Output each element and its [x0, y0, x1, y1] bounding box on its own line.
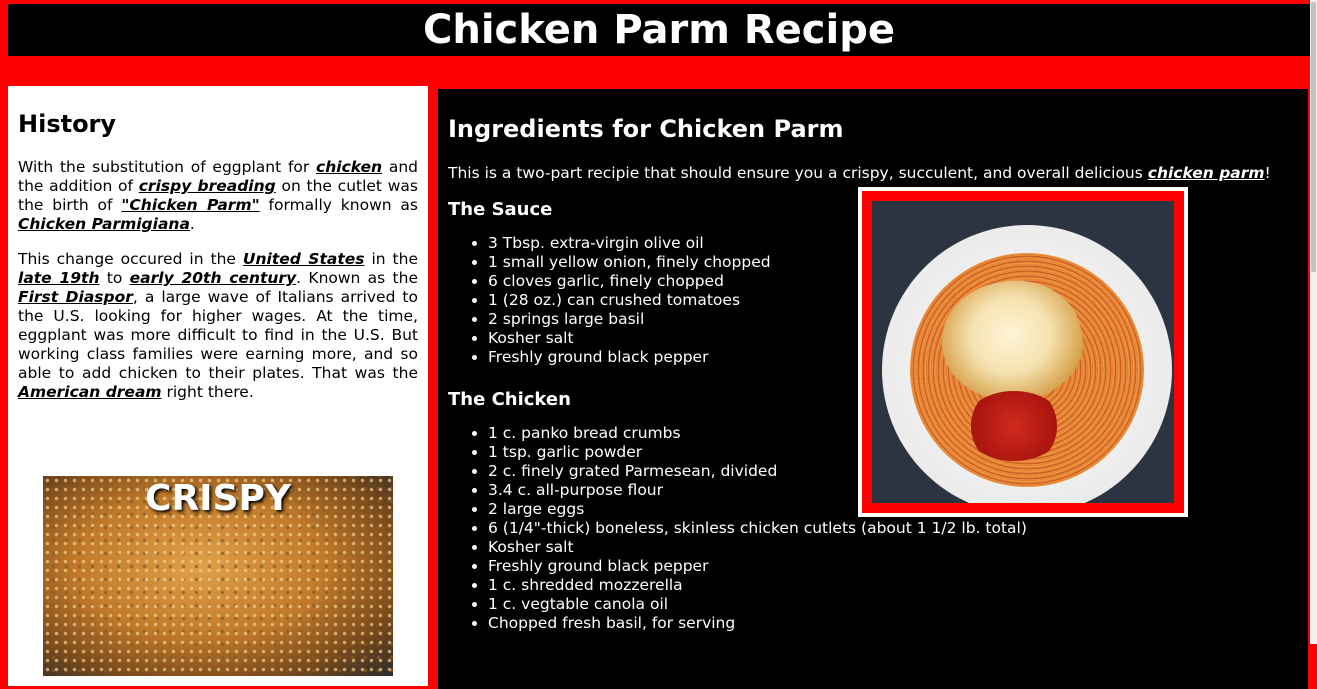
- link-chicken-parmigiana[interactable]: Chicken Parmigiana: [18, 215, 190, 233]
- link-chicken[interactable]: chicken: [316, 158, 382, 176]
- list-item: Freshly ground black pepper: [488, 557, 1298, 576]
- vertical-scrollbar[interactable]: [1310, 0, 1317, 644]
- chicken-parm-photo: [858, 187, 1188, 517]
- crispy-chicken-image: CRISPY: [43, 476, 393, 676]
- sauce: [964, 391, 1064, 461]
- link-united-states[interactable]: United States: [243, 250, 365, 268]
- link-american-dream[interactable]: American dream: [18, 383, 162, 401]
- scrollbar-thumb[interactable]: [1311, 2, 1316, 272]
- history-heading: History: [18, 110, 117, 138]
- history-paragraph-1: With the substitution of eggplant for ch…: [18, 158, 419, 233]
- ingredients-panel: Ingredients for Chicken Parm This is a t…: [438, 89, 1308, 689]
- link-chicken-parm[interactable]: "Chicken Parm": [121, 196, 259, 214]
- history-paragraph-2: This change occured in the United States…: [18, 250, 418, 401]
- page-header: Chicken Parm Recipe: [8, 4, 1310, 56]
- list-item: 1 c. shredded mozzerella: [488, 576, 1298, 595]
- crispy-image-caption: CRISPY: [145, 478, 291, 519]
- list-item: 6 (1/4"-thick) boneless, skinless chicke…: [488, 519, 1298, 538]
- list-item: Kosher salt: [488, 538, 1298, 557]
- link-crispy-breading[interactable]: crispy breading: [139, 177, 276, 195]
- list-item: 1 c. vegtable canola oil: [488, 595, 1298, 614]
- history-panel: History With the substitution of eggplan…: [8, 86, 428, 686]
- link-late-19th[interactable]: late 19th: [18, 269, 99, 287]
- ingredients-heading: Ingredients for Chicken Parm: [448, 115, 844, 143]
- list-item: Chopped fresh basil, for serving: [488, 614, 1298, 633]
- link-first-diaspora[interactable]: First Diaspor: [18, 288, 133, 306]
- link-chicken-parm-intro[interactable]: chicken parm: [1148, 164, 1265, 182]
- page-title: Chicken Parm Recipe: [423, 7, 895, 53]
- ingredients-intro: This is a two-part recipie that should e…: [448, 164, 1271, 182]
- link-early-20th-century[interactable]: early 20th century: [130, 269, 297, 287]
